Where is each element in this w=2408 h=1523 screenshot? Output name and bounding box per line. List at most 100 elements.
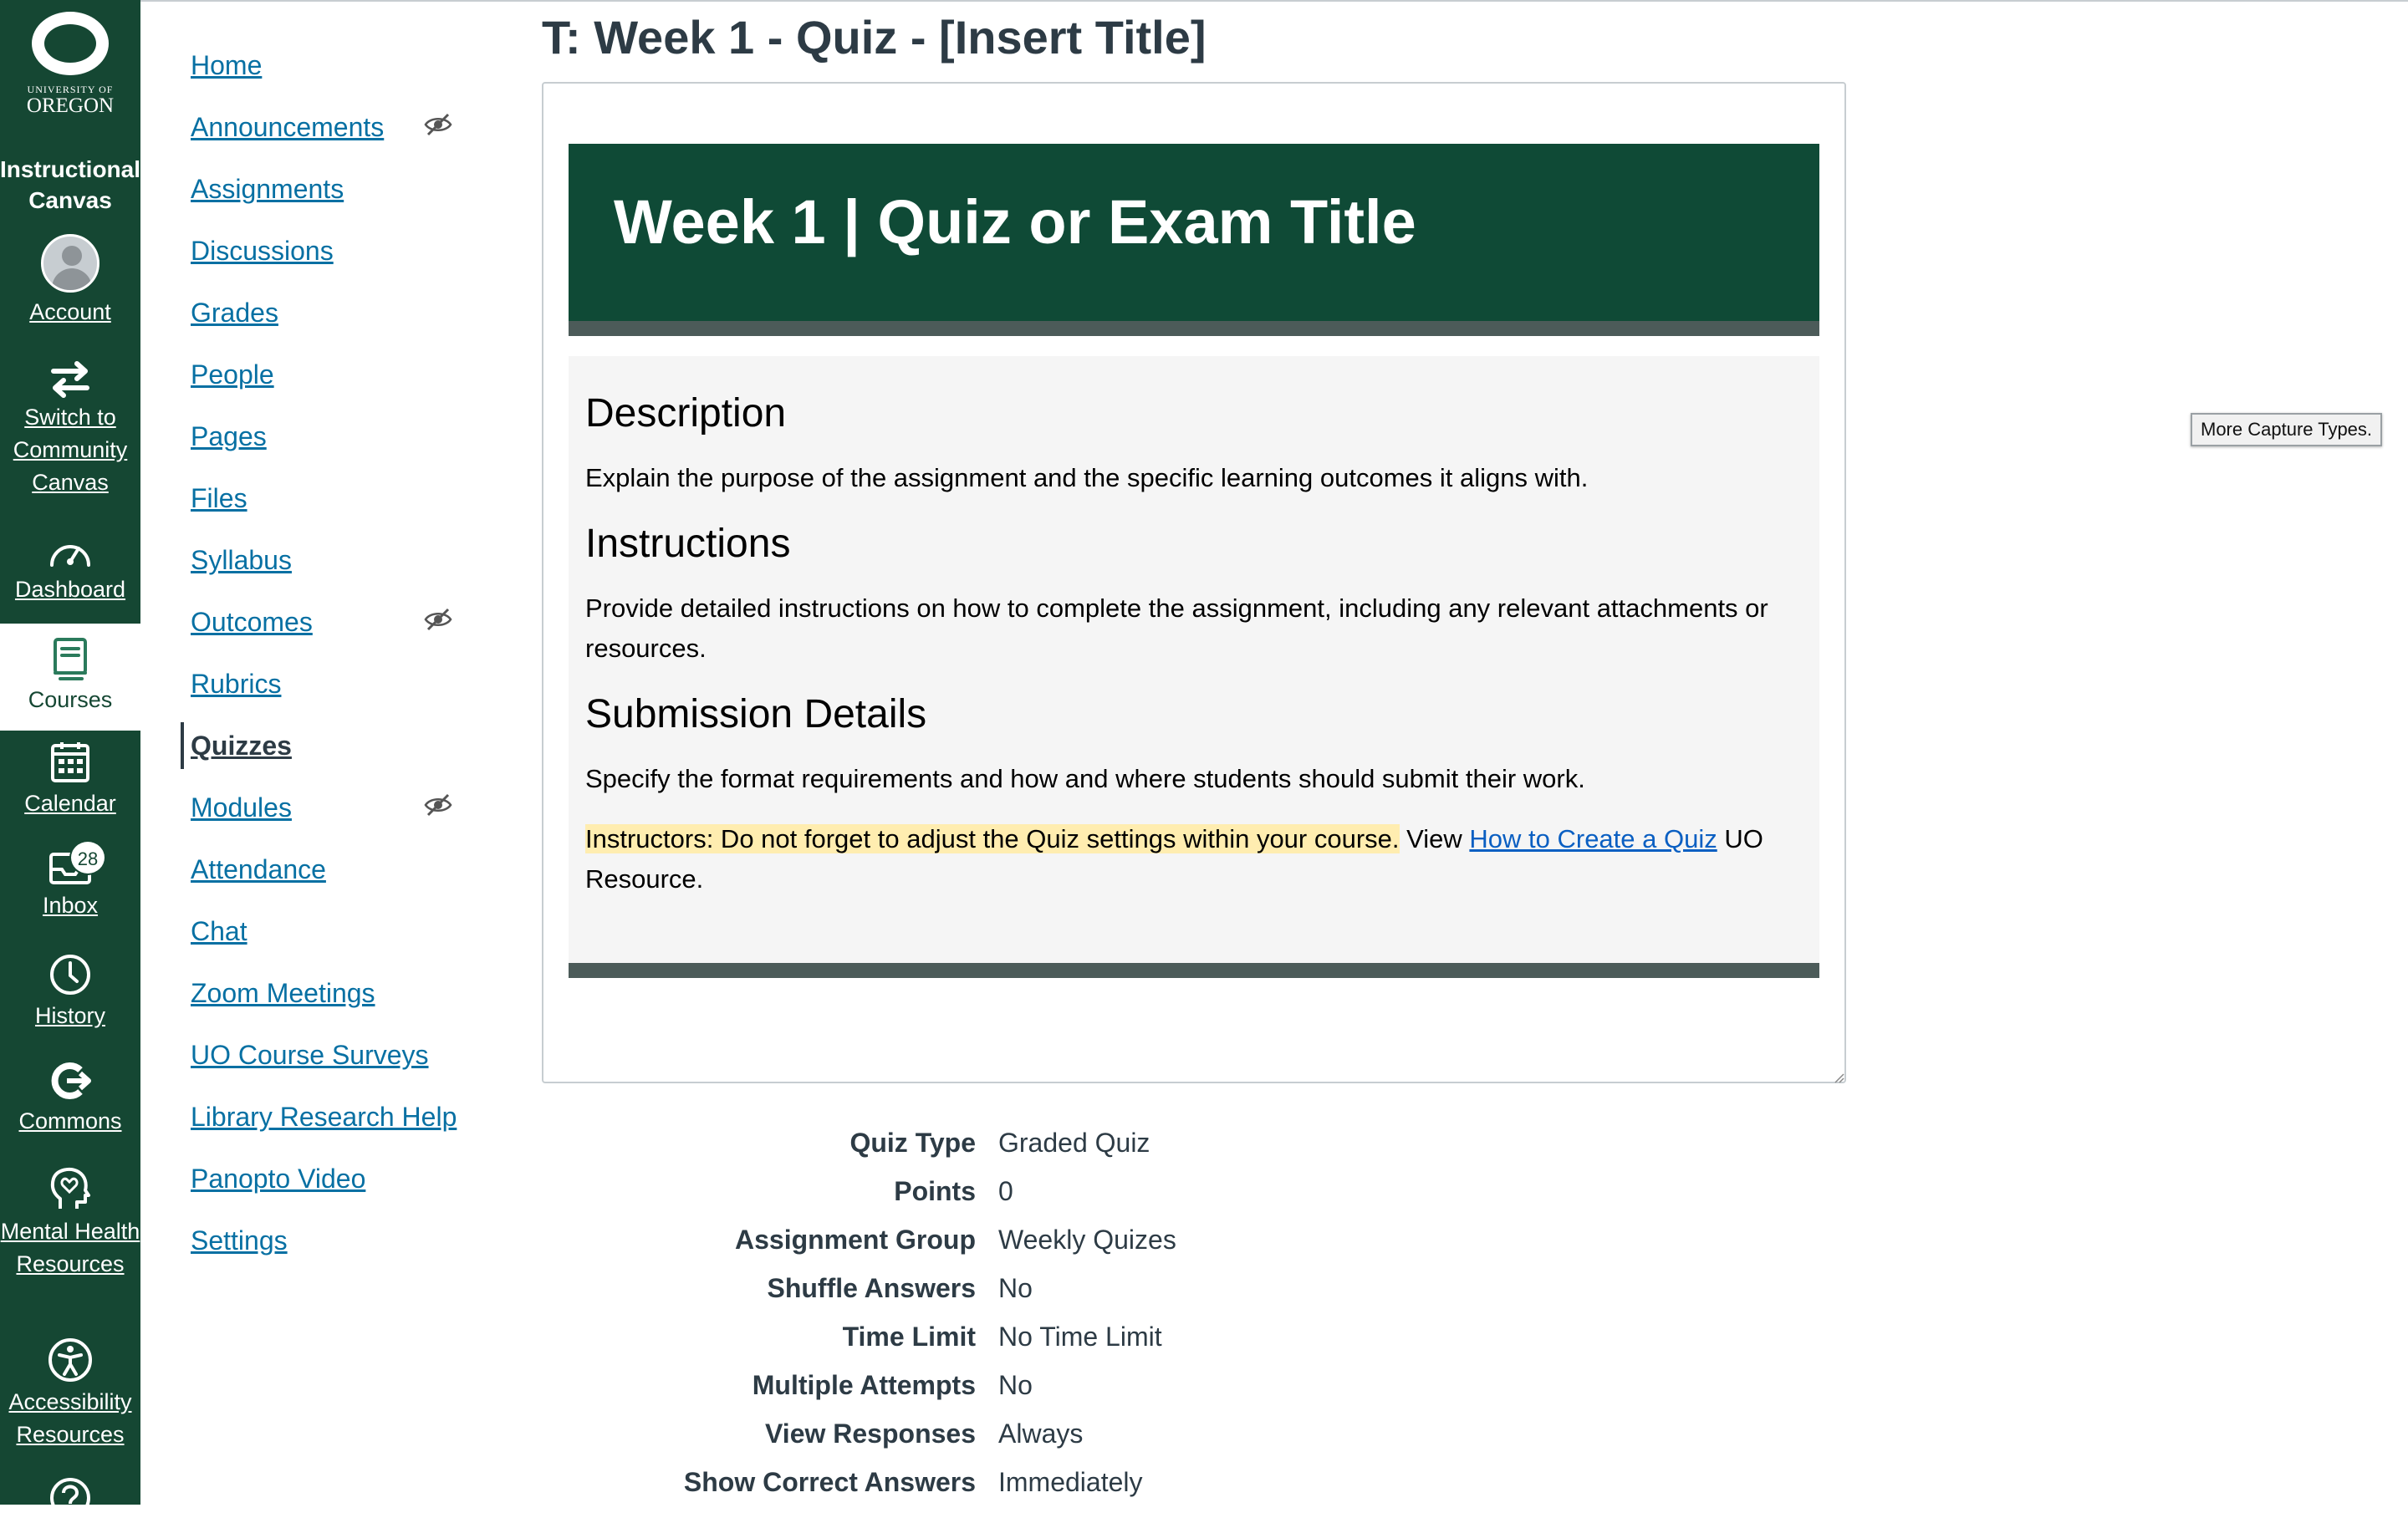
- course-nav-quizzes[interactable]: Quizzes: [181, 722, 467, 791]
- course-nav-zoom[interactable]: Zoom Meetings: [191, 976, 467, 1038]
- detail-value: Always: [998, 1419, 1084, 1449]
- description-heading: Description: [585, 391, 787, 436]
- detail-value: No: [998, 1273, 1033, 1303]
- detail-value: No: [998, 1370, 1033, 1400]
- nav-calendar[interactable]: Calendar: [0, 741, 140, 820]
- swap-arrows-icon: [51, 361, 89, 398]
- submission-text: Specify the format requirements and how …: [585, 764, 1585, 793]
- nav-commons-label: Commons: [18, 1108, 122, 1133]
- instructor-note-view: View: [1399, 824, 1470, 853]
- detail-row: Shuffle Answers No: [542, 1268, 1545, 1317]
- nav-help[interactable]: [0, 1476, 140, 1523]
- clock-icon: [50, 955, 90, 995]
- course-nav-files[interactable]: Files: [191, 481, 467, 543]
- course-nav-library[interactable]: Library Research Help: [191, 1100, 467, 1162]
- detail-row: Show Correct Answers Immediately: [542, 1462, 1545, 1510]
- nav-mental-health[interactable]: Mental Health Resources: [0, 1165, 140, 1281]
- top-border: [0, 0, 2408, 2]
- course-nav: Home Announcements Assignments Discussio…: [181, 48, 467, 1286]
- detail-value: No Time Limit: [998, 1322, 1162, 1352]
- nav-accessibility[interactable]: Accessibility Resources: [0, 1337, 140, 1451]
- o-logo-icon: [32, 12, 109, 75]
- heart-head-icon: [50, 1167, 90, 1209]
- detail-label: Quiz Type: [849, 1128, 976, 1158]
- logo-university-text: UNIVERSITY OF: [27, 84, 114, 95]
- detail-label: Shuffle Answers: [767, 1273, 976, 1303]
- page-title: T: Week 1 - Quiz - [Insert Title]: [542, 11, 1207, 64]
- instructions-text: Provide detailed instructions on how to …: [585, 593, 1768, 663]
- instructor-note: Instructors: Do not forget to adjust the…: [585, 819, 1798, 899]
- banner-title: Week 1 | Quiz or Exam Title: [614, 187, 1416, 257]
- course-nav-rubrics[interactable]: Rubrics: [191, 667, 467, 729]
- detail-value: Graded Quiz: [998, 1128, 1150, 1158]
- course-nav-home[interactable]: Home: [191, 48, 467, 110]
- nav-history[interactable]: History: [0, 953, 140, 1032]
- submission-heading: Submission Details: [585, 692, 927, 736]
- detail-value: Weekly Quizes: [998, 1225, 1176, 1255]
- course-nav-announcements[interactable]: Announcements: [191, 110, 467, 172]
- course-nav-chat[interactable]: Chat: [191, 914, 467, 976]
- hidden-eye-icon: [424, 608, 452, 631]
- course-nav-panopto[interactable]: Panopto Video: [191, 1162, 467, 1224]
- resize-grip-icon[interactable]: [1831, 1070, 1844, 1083]
- help-icon: [50, 1478, 90, 1518]
- uo-logo[interactable]: UNIVERSITY OF OREGON: [0, 12, 140, 117]
- detail-value: Immediately: [998, 1467, 1143, 1497]
- how-to-create-quiz-link[interactable]: How to Create a Quiz: [1469, 824, 1717, 853]
- course-nav-label: Outcomes: [191, 607, 313, 637]
- commons-icon: [51, 1062, 91, 1099]
- detail-label: Assignment Group: [734, 1225, 976, 1255]
- course-nav-modules[interactable]: Modules: [191, 791, 467, 853]
- nav-dashboard[interactable]: Dashboard: [0, 535, 140, 606]
- hidden-eye-icon: [424, 793, 452, 817]
- course-nav-attendance[interactable]: Attendance: [191, 853, 467, 914]
- brand-title: Instructional Canvas: [0, 156, 141, 213]
- accessibility-icon: [48, 1338, 92, 1382]
- calendar-icon: [51, 742, 89, 782]
- speedometer-icon: [50, 545, 90, 567]
- capture-types-tooltip[interactable]: More Capture Types.: [2191, 413, 2383, 446]
- course-nav-pages[interactable]: Pages: [191, 420, 467, 481]
- course-nav-assignments[interactable]: Assignments: [191, 172, 467, 234]
- course-nav-grades[interactable]: Grades: [191, 296, 467, 358]
- nav-courses[interactable]: Courses: [0, 624, 140, 731]
- course-nav-syllabus[interactable]: Syllabus: [191, 543, 467, 605]
- detail-value: 0: [998, 1176, 1013, 1206]
- detail-row: Assignment Group Weekly Quizes: [542, 1220, 1545, 1268]
- content-bottom-divider: [569, 963, 1819, 978]
- course-nav-surveys[interactable]: UO Course Surveys: [191, 1038, 467, 1100]
- detail-row: Time Limit No Time Limit: [542, 1317, 1545, 1365]
- nav-account[interactable]: Account: [0, 234, 140, 329]
- nav-calendar-label: Calendar: [24, 791, 116, 816]
- hidden-eye-icon: [424, 113, 452, 136]
- detail-label: Show Correct Answers: [683, 1467, 976, 1497]
- course-nav-discussions[interactable]: Discussions: [191, 234, 467, 296]
- detail-row: Quiz Type Graded Quiz: [542, 1123, 1545, 1171]
- nav-commons[interactable]: Commons: [0, 1060, 140, 1138]
- nav-mental-health-label: Mental Health Resources: [0, 1219, 140, 1276]
- course-nav-label: Modules: [191, 792, 292, 823]
- detail-row: Multiple Attempts No: [542, 1365, 1545, 1413]
- nav-accessibility-label: Accessibility Resources: [8, 1389, 132, 1447]
- course-nav-people[interactable]: People: [191, 358, 467, 420]
- nav-courses-label: Courses: [28, 687, 113, 712]
- course-nav-outcomes[interactable]: Outcomes: [191, 605, 467, 667]
- course-nav-label: Announcements: [191, 112, 385, 142]
- global-nav: UNIVERSITY OF OREGON Instructional Canva…: [0, 0, 141, 1518]
- nav-switch-label: Switch to Community Canvas: [13, 405, 128, 495]
- detail-row: Points 0: [542, 1171, 1545, 1220]
- course-nav-settings[interactable]: Settings: [191, 1224, 467, 1286]
- description-text: Explain the purpose of the assignment an…: [585, 463, 1589, 492]
- detail-label: Multiple Attempts: [752, 1370, 976, 1400]
- nav-inbox-label: Inbox: [42, 893, 99, 918]
- nav-switch[interactable]: Switch to Community Canvas: [0, 361, 140, 499]
- nav-history-label: History: [34, 1003, 105, 1028]
- instructor-note-highlight: Instructors: Do not forget to adjust the…: [585, 824, 1400, 853]
- logo-oregon-text: OREGON: [26, 94, 115, 117]
- inbox-unread-badge: 28: [69, 840, 106, 875]
- detail-row: View Responses Always: [542, 1413, 1545, 1462]
- book-icon: [54, 638, 87, 680]
- avatar-icon: [41, 234, 99, 293]
- quiz-banner: Week 1 | Quiz or Exam Title: [569, 144, 1819, 336]
- detail-label: Time Limit: [842, 1322, 976, 1352]
